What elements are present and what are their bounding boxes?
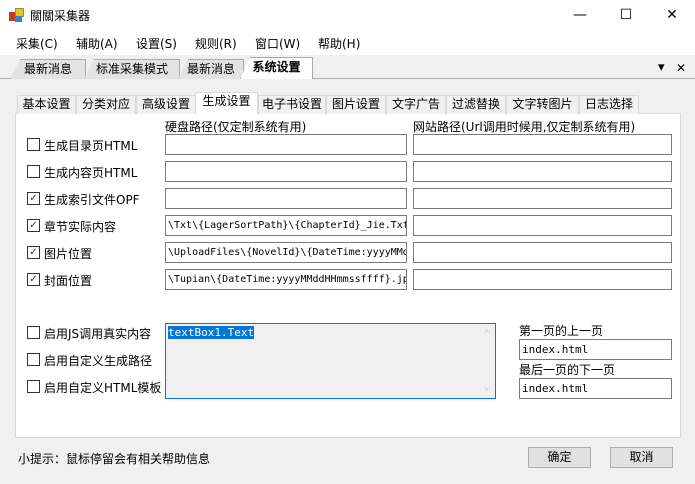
minimize-button[interactable]: — (557, 0, 603, 30)
ok-button[interactable]: 确定 (528, 447, 591, 468)
web-path-input[interactable] (413, 215, 672, 236)
menu-assist[interactable]: 辅助(A) (76, 35, 118, 52)
row-checkbox[interactable] (27, 165, 40, 178)
web-path-input[interactable] (413, 188, 672, 209)
row-label: 生成内容页HTML (44, 166, 138, 180)
web-path-input[interactable] (413, 134, 672, 155)
close-button[interactable]: ✕ (649, 0, 695, 30)
tab-latest-news-2[interactable]: 最新消息 (178, 59, 244, 79)
row-checkbox[interactable]: ✓ (27, 192, 40, 205)
web-path-header: 网站路径(Url调用时候用,仅定制系统有用) (413, 120, 636, 134)
option-label: 启用JS调用真实内容 (44, 327, 152, 341)
disk-path-input[interactable]: \Txt\{LagerSortPath}\{ChapterId}_Jie.Txt (165, 215, 407, 236)
row-label: 生成目录页HTML (44, 139, 138, 153)
textarea-value: textBox1.Text (168, 326, 255, 339)
option-checkbox[interactable] (27, 326, 40, 339)
tab-advanced[interactable]: 高级设置 (136, 95, 196, 114)
hint-text: 小提示：鼠标停留会有相关帮助信息 (18, 452, 211, 466)
row-label: 图片位置 (44, 247, 93, 261)
tab-text-to-image[interactable]: 文字转图片 (506, 95, 579, 114)
option-label: 启用自定义HTML模板 (44, 381, 162, 395)
menu-rules[interactable]: 规则(R) (195, 35, 237, 52)
app-icon (9, 7, 25, 23)
tab-basic[interactable]: 基本设置 (17, 95, 76, 114)
tab-list-dropdown-icon[interactable]: ▾ (658, 60, 665, 75)
disk-path-input[interactable]: \UploadFiles\{NovelId}\{DateTime:yyyyMMd… (165, 242, 407, 263)
disk-path-input[interactable] (165, 188, 407, 209)
option-checkbox[interactable] (27, 380, 40, 393)
disk-path-header: 硬盘路径(仅定制系统有用) (165, 120, 307, 134)
menu-help[interactable]: 帮助(H) (318, 35, 360, 52)
first-prev-input[interactable]: index.html (519, 339, 672, 360)
row-label: 章节实际内容 (44, 220, 117, 234)
scroll-down-icon[interactable]: ˅ (484, 384, 489, 395)
tab-image[interactable]: 图片设置 (326, 95, 386, 114)
disk-path-input[interactable] (165, 161, 407, 182)
tab-system-settings[interactable]: 系统设置 (240, 57, 313, 79)
row-checkbox[interactable] (27, 138, 40, 151)
scroll-up-icon[interactable]: ˄ (484, 326, 489, 337)
option-checkbox[interactable] (27, 353, 40, 366)
tab-filter[interactable]: 过滤替换 (446, 95, 506, 114)
tab-close-icon[interactable]: ✕ (676, 61, 686, 75)
row-label: 封面位置 (44, 274, 93, 288)
textarea-scrollbar[interactable]: ˄ ˅ (480, 324, 495, 398)
disk-path-input[interactable]: \Tupian\{DateTime:yyyyMMddHHmmssffff}.jp… (165, 269, 407, 290)
web-path-input[interactable] (413, 161, 672, 182)
web-path-input[interactable] (413, 242, 672, 263)
tab-ebook[interactable]: 电子书设置 (258, 95, 326, 114)
first-prev-label: 第一页的上一页 (519, 324, 604, 338)
tab-standard-collect[interactable]: 标准采集模式 (84, 59, 180, 79)
template-textarea[interactable]: textBox1.Text ˄ ˅ (165, 323, 496, 399)
tab-latest-news-1[interactable]: 最新消息 (10, 59, 86, 79)
window-title: 關關采集器 (30, 9, 91, 23)
cancel-button[interactable]: 取消 (610, 447, 673, 468)
row-checkbox[interactable]: ✓ (27, 246, 40, 259)
disk-path-input[interactable] (165, 134, 407, 155)
row-checkbox[interactable]: ✓ (27, 219, 40, 232)
last-next-label: 最后一页的下一页 (519, 363, 616, 377)
row-label: 生成索引文件OPF (44, 193, 140, 207)
tab-category[interactable]: 分类对应 (76, 95, 136, 114)
last-next-input[interactable]: index.html (519, 378, 672, 399)
menu-collect[interactable]: 采集(C) (16, 35, 58, 52)
row-checkbox[interactable]: ✓ (27, 273, 40, 286)
tab-generate[interactable]: 生成设置 (195, 92, 258, 114)
tab-log[interactable]: 日志选择 (579, 95, 639, 114)
option-label: 启用自定义生成路径 (44, 354, 153, 368)
tab-text-ad[interactable]: 文字广告 (386, 95, 446, 114)
menu-window[interactable]: 窗口(W) (255, 35, 300, 52)
web-path-input[interactable] (413, 269, 672, 290)
menu-settings[interactable]: 设置(S) (136, 35, 177, 52)
maximize-button[interactable]: ☐ (603, 0, 649, 30)
